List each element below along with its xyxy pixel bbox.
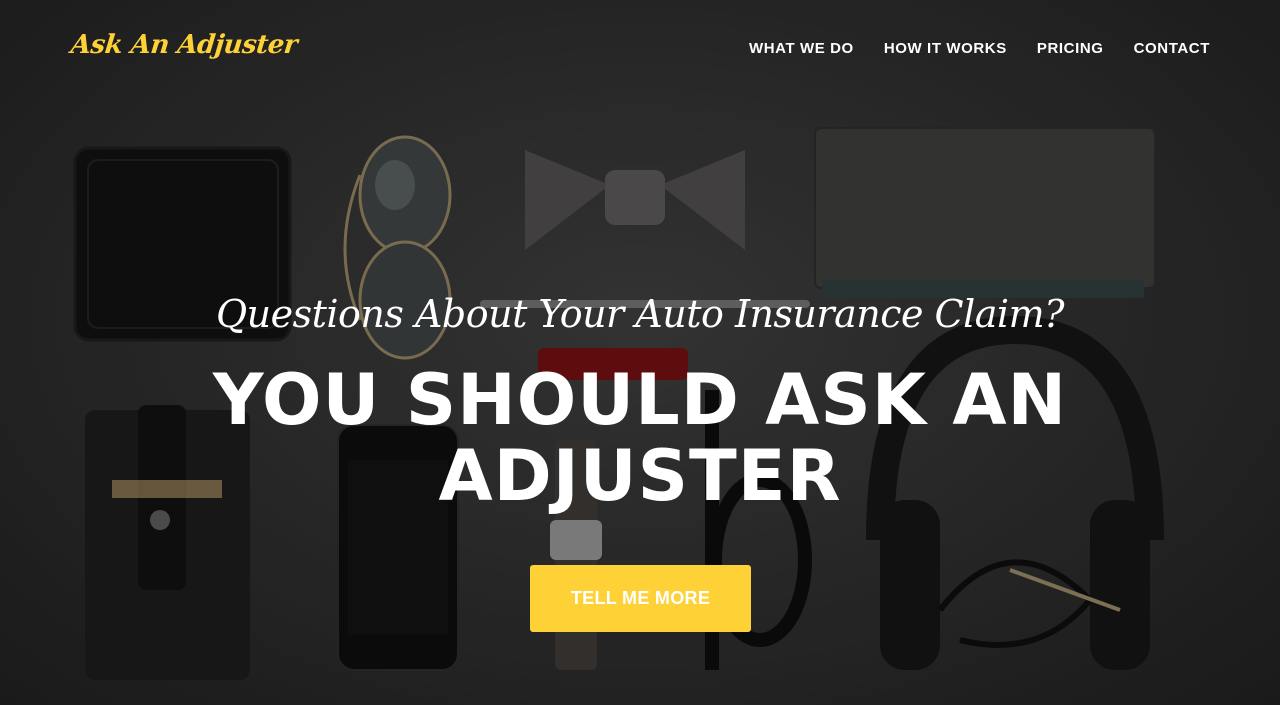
tell-me-more-button[interactable]: TELL ME MORE: [530, 565, 751, 632]
hero-heading: YOU SHOULD ASK AN ADJUSTER: [212, 359, 1068, 517]
hero-lead-text: Questions About Your Auto Insurance Clai…: [215, 292, 1065, 336]
nav-menu: WHAT WE DO HOW IT WORKS PRICING CONTACT: [719, 40, 1210, 57]
navbar: Ask An Adjuster WHAT WE DO HOW IT WORKS …: [0, 0, 1280, 100]
nav-link-pricing[interactable]: PRICING: [1037, 40, 1104, 57]
nav-link-what-we-do[interactable]: WHAT WE DO: [749, 40, 854, 57]
nav-link-contact[interactable]: CONTACT: [1134, 40, 1210, 57]
nav-link-how-it-works[interactable]: HOW IT WORKS: [884, 40, 1007, 57]
brand-logo-link[interactable]: Ask An Adjuster: [69, 30, 298, 60]
hero-section: Ask An Adjuster WHAT WE DO HOW IT WORKS …: [0, 0, 1280, 705]
